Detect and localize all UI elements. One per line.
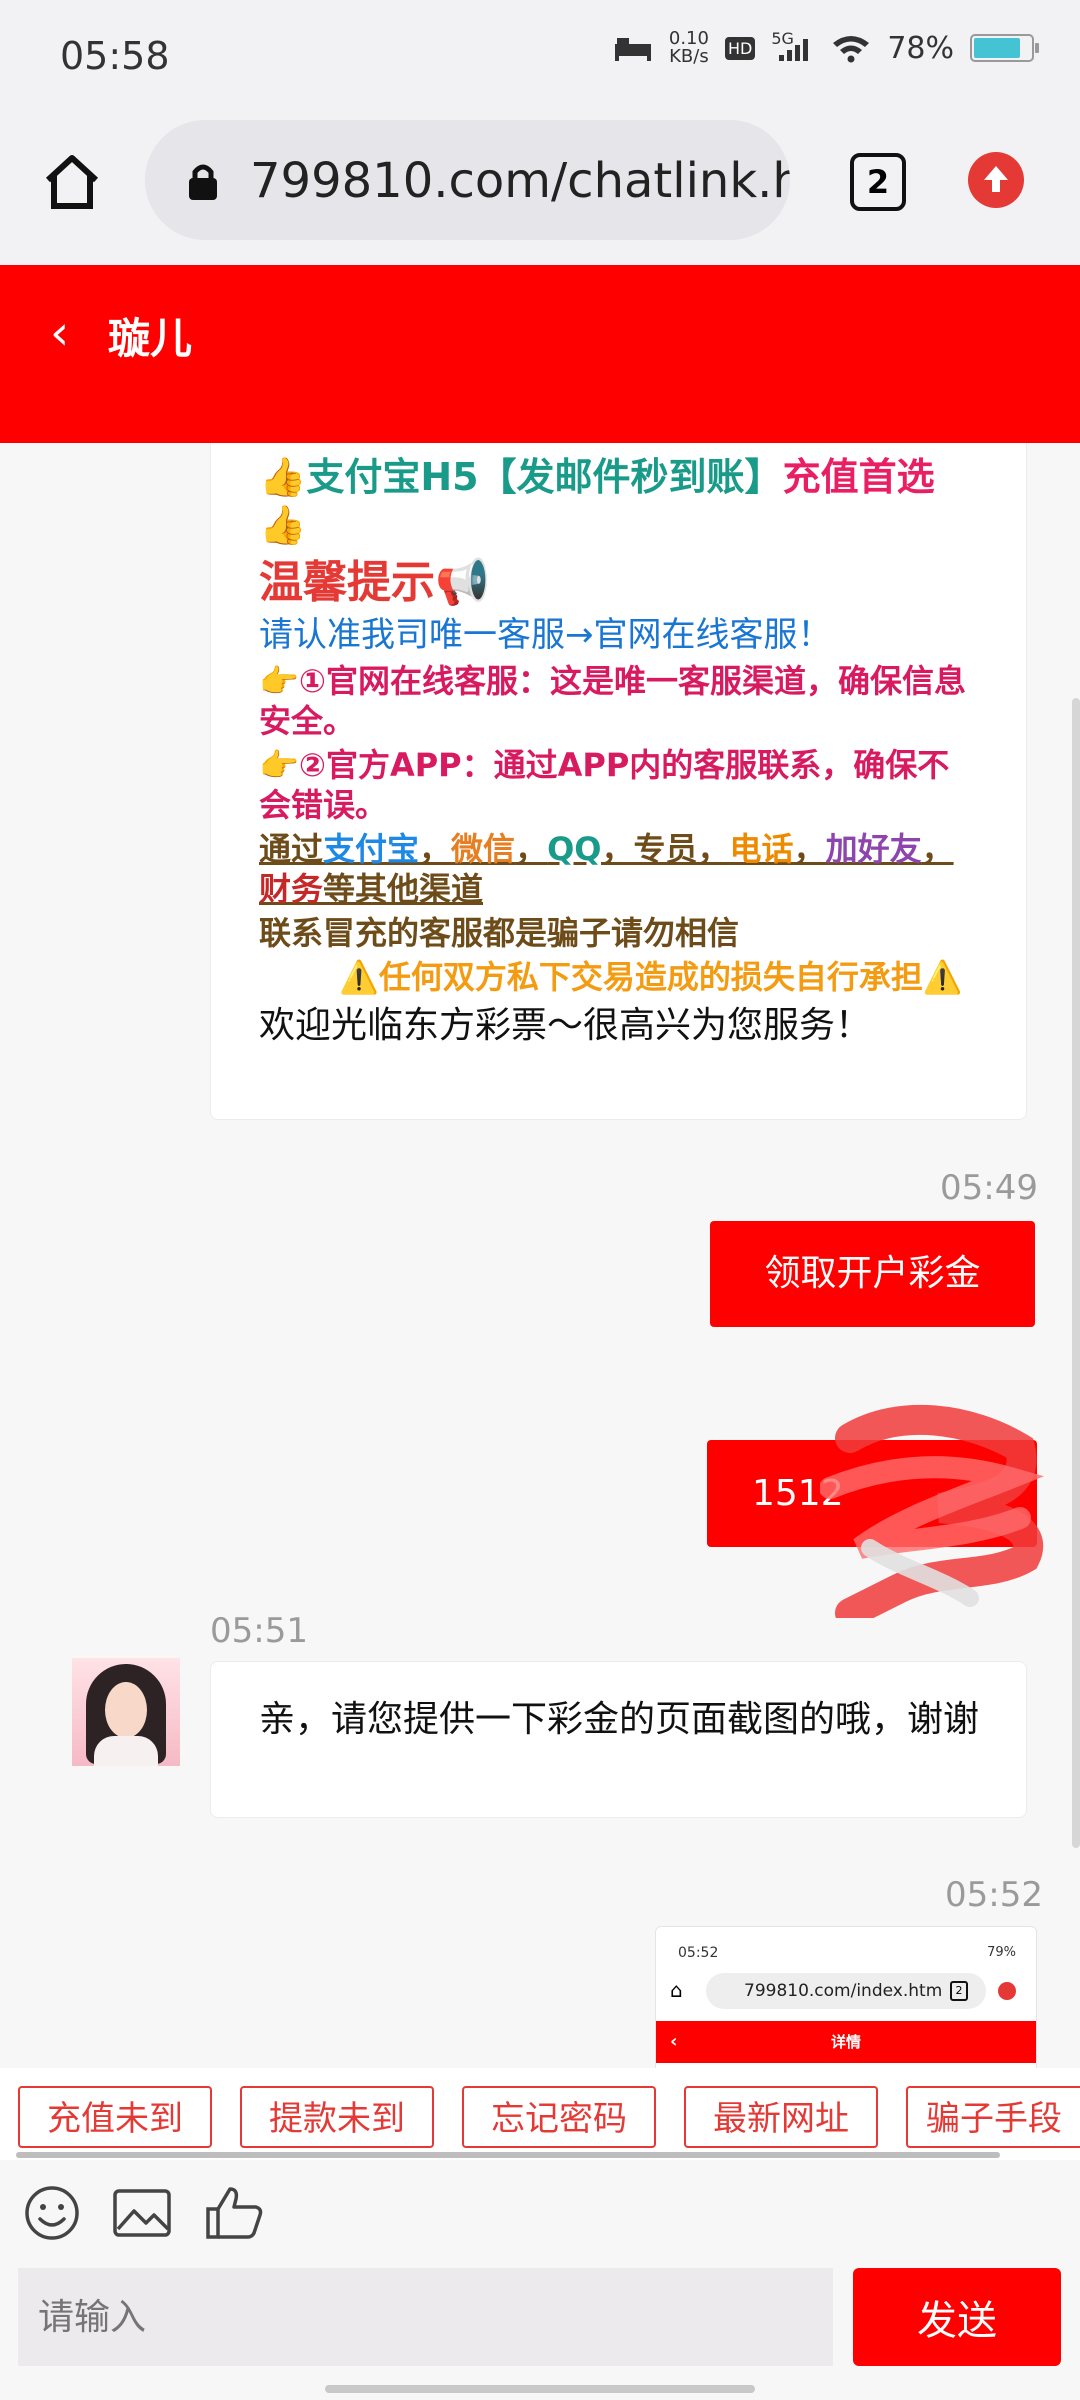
home-icon: ⌂ [670,1978,683,2002]
thumbs-up-icon[interactable] [204,2185,264,2241]
quick-reply-withdraw[interactable]: 提款未到 [240,2086,434,2148]
wifi-icon [833,36,870,63]
status-icons: 0.10 KB/s HD 5G 78% [613,28,1039,67]
image-icon[interactable] [112,2185,172,2241]
notice-line-4: 👉①官网在线客服：这是唯一客服渠道，确保信息安全。 [259,661,966,740]
quick-reply-new-url[interactable]: 最新网址 [684,2086,878,2148]
quick-reply-recharge[interactable]: 充值未到 [18,2086,212,2148]
composer: 发送 [0,2260,1080,2400]
notice-line-8: ⚠️任何双方私下交易造成的损失自行承担⚠️ [339,957,963,996]
chat-title: 璇儿 [108,314,193,363]
timestamp: 05:49 [940,1168,1038,1208]
bed-icon [614,38,651,61]
scribble-overlay [820,1404,1044,1618]
emoji-icon[interactable] [22,2185,82,2241]
agent-message: 亲，请您提供一下彩金的页面截图的哦，谢谢 [210,1661,1027,1818]
battery-percent: 78% [887,30,954,66]
screenshot-image[interactable]: 05:52 79% ⌂ 799810.com/index.htm 2 ‹ 详情 [655,1926,1037,2068]
hd-icon: HD [724,36,756,60]
address-bar[interactable]: 799810.com/chatlink.ht [145,120,790,240]
agent-avatar[interactable] [72,1658,180,1766]
chat-header: ‹ 璇儿 [0,265,1080,443]
url-text: 799810.com/chatlink.ht [250,153,790,209]
signal-icon: 5G [771,29,815,63]
timestamp: 05:51 [210,1611,308,1651]
timestamp: 05:52 [945,1875,1043,1915]
home-icon[interactable] [40,150,104,214]
user-message[interactable]: 领取开户彩金 [710,1221,1035,1327]
notice-message: 👍支付宝H5【发邮件秒到账】充值首选👍 温馨提示📢 请认准我司唯一客服→官网在线… [210,443,1027,1120]
chat-messages[interactable]: 👍支付宝H5【发邮件秒到账】充值首选👍 温馨提示📢 请认准我司唯一客服→官网在线… [0,443,1080,2068]
notice-line-5: 👉②官方APP：通过APP内的客服联系，确保不会错误。 [259,745,950,824]
battery-icon [970,34,1039,62]
upload-icon [998,1982,1016,2000]
tabs-button[interactable]: 2 [850,153,906,211]
notice-line-1: 👍支付宝H5【发邮件秒到账】充值首选👍 [259,455,935,547]
scrollbar[interactable] [1072,698,1080,1848]
notice-line-2: 温馨提示📢 [259,557,490,608]
status-time: 05:58 [60,34,170,78]
notice-line-9: 欢迎光临东方彩票～很高兴为您服务！ [259,1004,872,1046]
send-button[interactable]: 发送 [853,2268,1061,2366]
home-indicator[interactable] [325,2385,755,2393]
message-input[interactable] [18,2268,833,2366]
lock-icon [189,164,217,200]
upload-icon[interactable] [968,152,1024,208]
quick-reply-bar[interactable]: 充值未到 提款未到 忘记密码 最新网址 骗子手段 [0,2068,1080,2160]
browser-bar: 799810.com/chatlink.ht 2 [0,110,1080,265]
notice-line-6: 通过支付宝，微信，QQ，专员，电话，加好友，财务等其他渠道 [259,829,954,908]
notice-line-3: 请认准我司唯一客服→官网在线客服！ [259,615,832,655]
quick-reply-scrollbar[interactable] [16,2152,1000,2158]
quick-reply-scam[interactable]: 骗子手段 [906,2086,1080,2148]
back-button[interactable]: ‹ [50,305,69,361]
status-bar: 05:58 0.10 KB/s HD 5G 78% [0,0,1080,110]
composer-tools [0,2160,1080,2260]
quick-reply-password[interactable]: 忘记密码 [462,2086,656,2148]
network-speed: 0.10 KB/s [668,28,709,67]
notice-line-7: 联系冒充的客服都是骗子请勿相信 [259,913,740,952]
